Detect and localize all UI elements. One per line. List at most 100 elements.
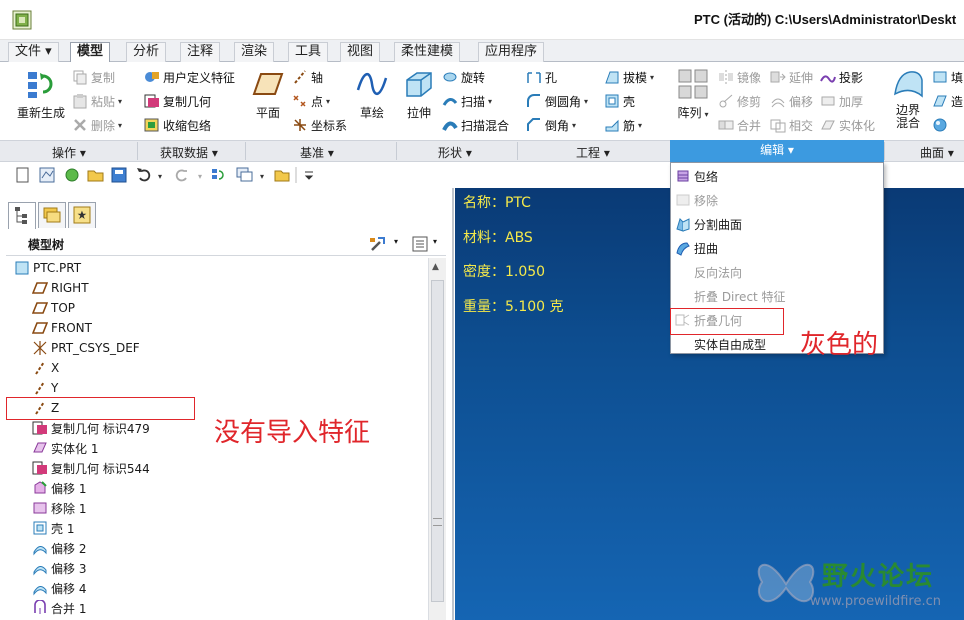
sketch-button[interactable]: 草绘 [356,68,388,121]
round-button[interactable]: 倒圆角 ▾ [526,91,588,111]
customize-toolbar-icon[interactable] [304,171,314,180]
tree-item[interactable]: PRT_CSYS_DEF [32,338,140,358]
solidify-button[interactable]: 实体化 [820,115,875,135]
app-icon[interactable] [12,10,32,30]
swept-blend-button[interactable]: 扫描混合 [442,115,509,135]
tab-folder-browser[interactable] [38,202,66,228]
thicken-button[interactable]: 加厚 [820,91,863,111]
copy-button[interactable]: 复制 [72,67,115,87]
tree-item[interactable]: X [32,358,59,378]
hole-button[interactable]: 孔 [526,67,557,87]
boundary-blend-button[interactable]: 边界混合 [890,68,926,130]
menu-item-split-surface[interactable]: 分割曲面 [675,213,881,235]
tab-flexible-modeling[interactable]: 柔性建模 [394,42,461,62]
tree-item[interactable]: 实体化 1 [32,438,98,458]
axis-button[interactable]: 轴 [292,67,323,87]
tree-item[interactable]: 移除 1 [32,498,86,518]
tree-item[interactable]: 偏移 4 [32,578,86,598]
regenerate-button[interactable]: 重新生成 [14,68,68,121]
tree-item[interactable]: 壳 1 [32,518,74,538]
tree-item[interactable]: PTC.PRT [14,258,81,278]
tree-scrollbar[interactable]: ▲ [428,258,446,620]
group-editing-active[interactable]: 编辑 ▾ [670,140,884,162]
chamfer-button[interactable]: 倒角 ▾ [526,115,576,135]
fill-button[interactable]: 填 [932,67,963,87]
show-dropdown-icon[interactable]: ▾ [433,237,437,246]
tab-file[interactable]: 文件 ▾ [8,42,59,62]
tab-favorites[interactable] [68,202,96,228]
menu-item-remove[interactable]: 移除 [675,189,881,211]
regenerate-small-icon[interactable] [212,169,224,180]
menu-item-flip-normal[interactable]: 反向法向 [675,261,881,283]
project-button[interactable]: 投影 [820,67,863,87]
open-folder-icon[interactable] [87,170,104,182]
trim-button[interactable]: 修剪 [718,91,761,111]
show-icon[interactable] [410,234,430,254]
tab-analysis[interactable]: 分析 [126,42,167,62]
pattern-button[interactable]: 阵列 ▾ [676,68,710,121]
tab-applications[interactable]: 应用程序 [478,42,545,62]
group-surfaces[interactable]: 曲面 ▾ [920,144,954,161]
close-window-icon[interactable] [274,170,290,182]
point-button[interactable]: 点 ▾ [292,91,330,111]
merge-button[interactable]: 合并 [718,115,761,135]
windows-icon[interactable] [236,167,253,182]
copy-geometry-button[interactable]: 复制几何 [144,91,211,111]
menu-item-wrap[interactable]: 包络 [675,165,881,187]
group-datum[interactable]: 基准 ▾ [300,144,334,161]
tab-render[interactable]: 渲染 [234,42,275,62]
tab-annotate[interactable]: 注释 [180,42,221,62]
delete-button[interactable]: 删除 ▾ [72,115,122,135]
sweep-button[interactable]: 扫描 ▾ [442,91,492,111]
globe-icon[interactable] [65,168,79,182]
tab-model[interactable]: 模型 [70,42,111,63]
scroll-up-icon[interactable]: ▲ [432,262,439,272]
tree-item[interactable]: 复制几何 标识479 [32,418,150,438]
settings-dropdown-icon[interactable]: ▾ [394,237,398,246]
shrinkwrap-button[interactable]: 收缩包络 [144,115,211,135]
group-engineering[interactable]: 工程 ▾ [576,144,610,161]
tab-model-tree[interactable] [8,202,36,229]
shell-button[interactable]: 壳 [604,91,635,111]
save-icon[interactable] [111,167,127,183]
tree-item[interactable]: 偏移 2 [32,538,86,558]
tree-item[interactable]: 偏移 1 [32,478,86,498]
extend-button[interactable]: 延伸 [770,67,813,87]
user-defined-feature-button[interactable]: 用户定义特征 [144,67,235,87]
draft-button[interactable]: 拔模 ▾ [604,67,654,87]
tree-item[interactable]: 合并 1 [32,598,86,618]
intersect-icon [770,117,786,133]
revolve-button[interactable]: 旋转 [442,67,485,87]
axis-icon [32,380,48,396]
group-shapes[interactable]: 形状 ▾ [438,144,472,161]
remove-icon [32,500,48,516]
settings-icon[interactable] [368,234,390,254]
plane-button[interactable]: 平面 [250,68,286,121]
new-icon[interactable] [16,167,29,183]
tree-item[interactable]: FRONT [31,318,92,338]
tab-tools[interactable]: 工具 [288,42,329,62]
menu-item-collapse-direct[interactable]: 折叠 Direct 特征 [675,285,881,307]
freestyle-button[interactable] [932,115,951,135]
tree-item[interactable]: Y [32,378,58,398]
mirror-button[interactable]: 镜像 [718,67,761,87]
rib-button[interactable]: 筋 ▾ [604,115,642,135]
group-get-data[interactable]: 获取数据 ▾ [160,144,218,161]
tree-item[interactable]: TOP [31,298,75,318]
offset-button[interactable]: 偏移 [770,91,813,111]
redo-icon[interactable] [175,169,187,182]
tree-item[interactable]: 复制几何 标识544 [32,458,150,478]
intersect-button[interactable]: 相交 [770,115,813,135]
menu-item-warp[interactable]: 扭曲 [675,237,881,259]
group-operations[interactable]: 操作 ▾ [52,144,86,161]
open-icon[interactable] [39,167,55,183]
extrude-button[interactable]: 拉伸 [402,68,436,121]
paste-button[interactable]: 粘贴 ▾ [72,91,122,111]
tab-view[interactable]: 视图 [340,42,381,62]
csys-button[interactable]: 坐标系 [292,115,347,135]
tree-item[interactable]: RIGHT [31,278,89,298]
tree-item[interactable]: 偏移 3 [32,558,86,578]
scroll-thumb[interactable] [431,280,444,602]
style-button[interactable]: 造 [932,91,963,111]
undo-icon[interactable] [137,168,151,182]
